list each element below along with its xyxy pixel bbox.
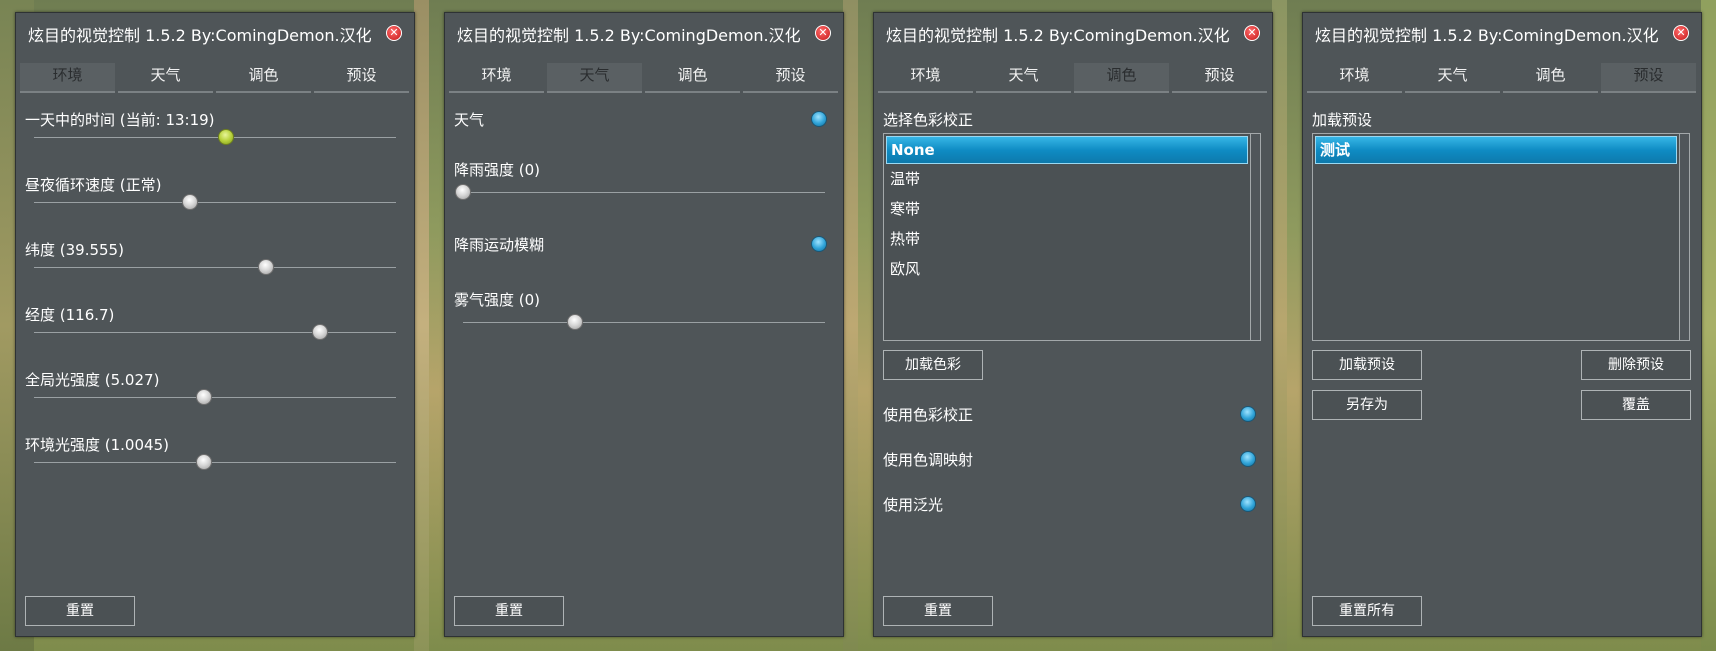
color-correction-list[interactable]: None 温带 寒带 热带 欧风 (883, 133, 1261, 341)
tab-color-grading[interactable]: 调色 (645, 63, 740, 93)
settings-panel-presets: 炫目的视觉控制 1.5.2 By:ComingDemon.汉化 ✕ 环境 天气 … (1302, 12, 1702, 637)
time-of-day-slider-knob[interactable] (217, 129, 234, 145)
use-color-correction-toggle[interactable] (1240, 406, 1256, 422)
delete-preset-button[interactable]: 删除预设 (1581, 350, 1691, 380)
window-title: 炫目的视觉控制 1.5.2 By:ComingDemon.汉化 (28, 26, 372, 45)
load-color-button[interactable]: 加载色彩 (883, 350, 983, 380)
latitude-label: 纬度 (39.555) (25, 241, 124, 259)
list-item[interactable]: 欧风 (886, 256, 1248, 284)
use-tonemapping-toggle[interactable] (1240, 451, 1256, 467)
game-background (1701, 0, 1716, 651)
ambient-light-intensity-slider-track[interactable] (34, 462, 396, 463)
rain-motion-blur-toggle[interactable] (811, 236, 827, 252)
tab-presets[interactable]: 预设 (743, 63, 838, 93)
tab-color-grading[interactable]: 调色 (1503, 63, 1598, 93)
title-bar[interactable]: 炫目的视觉控制 1.5.2 By:ComingDemon.汉化 ✕ (16, 13, 414, 53)
time-of-day-label: 一天中的时间 (当前: 13:19) (25, 111, 215, 129)
longitude-slider-knob[interactable] (311, 324, 328, 340)
close-icon[interactable]: ✕ (815, 25, 831, 41)
tab-environment[interactable]: 环境 (1307, 63, 1402, 93)
close-icon[interactable]: ✕ (386, 25, 402, 41)
longitude-slider-track[interactable] (34, 332, 396, 333)
tab-presets[interactable]: 预设 (314, 63, 409, 93)
tab-weather[interactable]: 天气 (1405, 63, 1500, 93)
title-bar[interactable]: 炫目的视觉控制 1.5.2 By:ComingDemon.汉化 ✕ (445, 13, 843, 53)
close-icon[interactable]: ✕ (1244, 25, 1260, 41)
longitude-label: 经度 (116.7) (25, 306, 115, 324)
game-background (1272, 0, 1287, 651)
weather-toggle-label: 天气 (454, 111, 485, 129)
list-scrollbar[interactable] (1679, 134, 1689, 340)
rain-intensity-label: 降雨强度 (0) (454, 161, 541, 179)
tab-bar: 环境 天气 调色 预设 (449, 63, 841, 93)
tab-bar: 环境 天气 调色 预设 (878, 63, 1270, 93)
window-title: 炫目的视觉控制 1.5.2 By:ComingDemon.汉化 (457, 26, 801, 45)
fog-intensity-slider-knob[interactable] (567, 314, 584, 330)
reset-button[interactable]: 重置 (25, 596, 135, 626)
color-correction-section-label: 选择色彩校正 (883, 111, 974, 129)
overwrite-button[interactable]: 覆盖 (1581, 390, 1691, 420)
rain-intensity-slider-knob[interactable] (455, 184, 471, 200)
tab-color-grading[interactable]: 调色 (216, 63, 311, 93)
ambient-light-intensity-label: 环境光强度 (1.0045) (25, 436, 169, 454)
list-scrollbar[interactable] (1250, 134, 1260, 340)
tab-environment[interactable]: 环境 (449, 63, 544, 93)
window-title: 炫目的视觉控制 1.5.2 By:ComingDemon.汉化 (1315, 26, 1659, 45)
fog-intensity-slider-track[interactable] (463, 322, 825, 323)
latitude-slider-track[interactable] (34, 267, 396, 268)
time-of-day-slider-track[interactable] (34, 137, 396, 138)
list-item[interactable]: 温带 (886, 166, 1248, 194)
reset-all-button[interactable]: 重置所有 (1312, 596, 1422, 626)
day-night-speed-slider-knob[interactable] (181, 194, 198, 210)
game-background (414, 0, 429, 651)
day-night-speed-slider-track[interactable] (34, 202, 396, 203)
use-bloom-label: 使用泛光 (883, 496, 944, 514)
tab-weather[interactable]: 天气 (547, 63, 642, 93)
fog-intensity-label: 雾气强度 (0) (454, 291, 541, 309)
save-as-button[interactable]: 另存为 (1312, 390, 1422, 420)
settings-panel-color-grading: 炫目的视觉控制 1.5.2 By:ComingDemon.汉化 ✕ 环境 天气 … (873, 12, 1273, 637)
use-tonemapping-label: 使用色调映射 (883, 451, 974, 469)
day-night-speed-label: 昼夜循环速度 (正常) (25, 176, 162, 194)
close-icon[interactable]: ✕ (1673, 25, 1689, 41)
title-bar[interactable]: 炫目的视觉控制 1.5.2 By:ComingDemon.汉化 ✕ (1303, 13, 1701, 53)
settings-panel-weather: 炫目的视觉控制 1.5.2 By:ComingDemon.汉化 ✕ 环境 天气 … (444, 12, 844, 637)
title-bar[interactable]: 炫目的视觉控制 1.5.2 By:ComingDemon.汉化 ✕ (874, 13, 1272, 53)
rain-intensity-slider-track[interactable] (463, 192, 825, 193)
tab-presets[interactable]: 预设 (1172, 63, 1267, 93)
list-item[interactable]: 寒带 (886, 196, 1248, 224)
tab-environment[interactable]: 环境 (878, 63, 973, 93)
tab-presets[interactable]: 预设 (1601, 63, 1696, 93)
use-bloom-toggle[interactable] (1240, 496, 1256, 512)
latitude-slider-knob[interactable] (257, 259, 274, 275)
tab-bar: 环境 天气 调色 预设 (20, 63, 412, 93)
settings-panel-environment: 炫目的视觉控制 1.5.2 By:ComingDemon.汉化 ✕ 环境 天气 … (15, 12, 415, 637)
reset-button[interactable]: 重置 (454, 596, 564, 626)
tab-environment[interactable]: 环境 (20, 63, 115, 93)
tab-color-grading[interactable]: 调色 (1074, 63, 1169, 93)
global-light-intensity-slider-knob[interactable] (196, 389, 213, 405)
tab-weather[interactable]: 天气 (118, 63, 213, 93)
list-item[interactable]: 测试 (1315, 136, 1677, 164)
game-background (843, 0, 858, 651)
ambient-light-intensity-slider-knob[interactable] (196, 454, 213, 470)
use-color-correction-label: 使用色彩校正 (883, 406, 974, 424)
tab-bar: 环境 天气 调色 预设 (1307, 63, 1699, 93)
list-item[interactable]: 热带 (886, 226, 1248, 254)
window-title: 炫目的视觉控制 1.5.2 By:ComingDemon.汉化 (886, 26, 1230, 45)
list-item[interactable]: None (886, 136, 1248, 164)
load-preset-button[interactable]: 加载预设 (1312, 350, 1422, 380)
global-light-intensity-label: 全局光强度 (5.027) (25, 371, 160, 389)
global-light-intensity-slider-track[interactable] (34, 397, 396, 398)
weather-toggle[interactable] (811, 111, 827, 127)
load-preset-section-label: 加载预设 (1312, 111, 1373, 129)
preset-list[interactable]: 测试 (1312, 133, 1690, 341)
tab-weather[interactable]: 天气 (976, 63, 1071, 93)
reset-button[interactable]: 重置 (883, 596, 993, 626)
rain-motion-blur-label: 降雨运动模糊 (454, 236, 545, 254)
